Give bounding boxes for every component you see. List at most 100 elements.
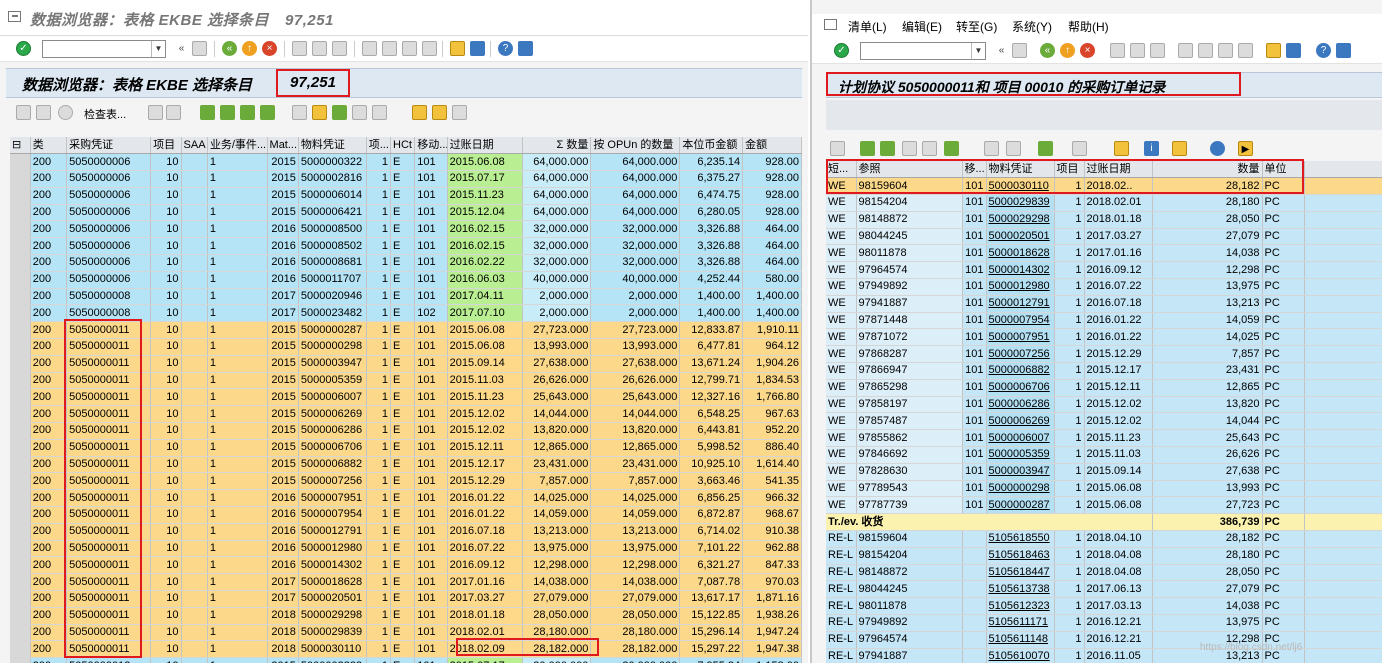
exit-icon[interactable]: ↑ (1060, 43, 1075, 58)
command-field[interactable]: ▼ (860, 42, 986, 60)
chevron-down-icon[interactable]: ▼ (151, 41, 165, 57)
column-header[interactable]: 过账日期 (1084, 161, 1153, 179)
material-doc-link[interactable]: 5000029839 (986, 194, 1055, 212)
table-row[interactable]: 200 5050000011 10 1 2015 5000000287 1 E 101 2015.… (10, 321, 802, 340)
back-icon[interactable]: « (222, 41, 237, 56)
table-row[interactable]: WE 97865298 101 5000006706 1 2015.12.11 12,865… (826, 379, 1382, 397)
table-row[interactable]: RE-L 98044245 5105613738 1 2017.06.13 27,079 P… (826, 580, 1382, 599)
print-preview-icon[interactable] (292, 105, 307, 120)
row-selector[interactable] (10, 540, 31, 558)
table-row[interactable]: 200 5050000006 10 1 2015 5000000322 1 E 101 2015.… (10, 153, 802, 172)
shortcut-icon[interactable] (1286, 43, 1301, 58)
table-row[interactable]: WE 97855862 101 5000006007 1 2015.11.23 25,643… (826, 429, 1382, 448)
table-row[interactable]: WE 97868287 101 5000007256 1 2015.12.29 7,857 P… (826, 345, 1382, 364)
local-file-icon[interactable] (452, 105, 467, 120)
find-next-icon[interactable] (922, 141, 937, 156)
export-icon[interactable] (312, 105, 327, 120)
table-row[interactable]: 200 5050000011 10 1 2018 5000029839 1 E 101 2018.… (10, 624, 802, 642)
refresh-icon[interactable] (1210, 141, 1225, 156)
column-header[interactable]: 金额 (742, 137, 802, 155)
material-doc-link[interactable]: 5105618550 (986, 530, 1055, 548)
print-icon[interactable] (1110, 43, 1125, 58)
column-header[interactable]: 业务/事件... (207, 137, 268, 155)
save-icon[interactable] (1012, 43, 1027, 58)
sort-descending-icon[interactable] (220, 105, 235, 120)
layout-menu-icon[interactable] (1336, 43, 1351, 58)
table-row[interactable]: 2005050000012101201550000028231E1012015.… (10, 657, 802, 663)
row-selector[interactable] (10, 489, 31, 508)
row-selector[interactable] (10, 439, 31, 457)
select-all-icon[interactable] (166, 105, 181, 120)
sort-ascending-icon[interactable] (860, 141, 875, 156)
send-icon[interactable] (332, 105, 347, 120)
find-next-icon[interactable] (332, 41, 347, 56)
row-selector[interactable] (10, 355, 31, 373)
find-next-icon[interactable] (1150, 43, 1165, 58)
layout-icon[interactable] (1072, 141, 1087, 156)
new-session-icon[interactable] (450, 41, 465, 56)
material-doc-link[interactable]: 5105611171 (986, 614, 1055, 632)
enter-icon[interactable]: ✓ (834, 43, 849, 58)
table-row[interactable]: WE 97857487 101 5000006269 1 2015.12.02 14,044… (826, 412, 1382, 431)
material-doc-link[interactable]: 5000029298 (986, 211, 1055, 229)
menu-item-edit[interactable]: 编辑(E) (902, 18, 942, 35)
command-field[interactable]: ▼ (42, 40, 166, 58)
table-row[interactable]: RE-L 98011878 5105612323 1 2017.03.13 14,038 P… (826, 597, 1382, 616)
previous-page-icon[interactable] (382, 41, 397, 56)
table-row[interactable]: 200 5050000011 10 1 2015 5000003947 1 E 101 2015.… (10, 355, 802, 373)
table-row[interactable]: WE 97858197 101 5000006286 1 2015.12.02 13,820… (826, 396, 1382, 414)
table-row[interactable]: 200 5050000008 10 1 2017 5000020946 1 E 101 2017.… (10, 288, 802, 306)
row-selector[interactable] (10, 338, 31, 356)
filter-icon[interactable] (240, 105, 255, 120)
play-icon[interactable]: ▶ (1238, 141, 1253, 156)
menu-item-help[interactable]: 帮助(H) (1068, 18, 1109, 35)
table-row[interactable]: 200 5050000011 10 1 2018 5000029298 1 E 101 2018.… (10, 607, 802, 625)
row-selector[interactable] (10, 271, 31, 289)
row-selector[interactable] (10, 506, 31, 524)
table-row[interactable]: WE 98044245 101 5000020501 1 2017.03.27 27,079… (826, 228, 1382, 246)
row-selector[interactable] (10, 170, 31, 188)
column-header[interactable]: 类 (30, 137, 68, 155)
material-doc-link[interactable]: 5105610070 (986, 648, 1055, 663)
graphic-icon[interactable] (1114, 141, 1129, 156)
sort-ascending-icon[interactable] (200, 105, 215, 120)
print-icon[interactable] (984, 141, 999, 156)
help-icon[interactable]: ? (498, 41, 513, 56)
table-row[interactable]: 200 5050000008 10 1 2017 5000023482 1 E 102 2017.… (10, 304, 802, 323)
material-doc-link[interactable]: 5000007256 (986, 345, 1055, 364)
views-icon[interactable] (1006, 141, 1021, 156)
material-doc-link[interactable]: 5000003947 (986, 463, 1055, 481)
column-header[interactable]: 项目 (150, 137, 182, 155)
table-row[interactable]: RE-L 98154204 5105618463 1 2018.04.08 28,180 P… (826, 547, 1382, 565)
table-row[interactable]: 200 5050000006 10 1 2016 5000011707 1 E 101 2016.… (10, 271, 802, 289)
column-header[interactable]: SAA (181, 137, 208, 155)
column-header[interactable]: HCt (390, 137, 416, 155)
column-header[interactable]: 移... (962, 161, 987, 179)
find-icon[interactable] (1130, 43, 1145, 58)
row-selector[interactable] (10, 472, 31, 491)
table-row[interactable]: 200 5050000011 10 1 2017 5000018628 1 E 101 2017.… (10, 573, 802, 592)
row-selector[interactable] (10, 640, 31, 659)
column-header[interactable]: 单位 (1262, 161, 1305, 179)
cancel-icon[interactable]: × (262, 41, 277, 56)
table-row[interactable]: 200 5050000006 10 1 2015 5000002816 1 E 101 2015.… (10, 170, 802, 188)
row-selector[interactable] (10, 624, 31, 642)
material-doc-link[interactable]: 5000020501 (986, 228, 1055, 246)
column-header[interactable]: 移动... (414, 137, 448, 155)
table-row[interactable]: 200 5050000006 10 1 2016 5000008681 1 E 101 2016.… (10, 254, 802, 272)
row-selector[interactable] (10, 523, 31, 541)
material-doc-link[interactable]: 5000018628 (986, 244, 1055, 263)
find-icon[interactable] (902, 141, 917, 156)
shortcut-icon[interactable] (470, 41, 485, 56)
table-row[interactable]: 200 5050000011 10 1 2015 5000000298 1 E 101 2015.… (10, 338, 802, 356)
new-session-icon[interactable] (1266, 43, 1281, 58)
material-doc-link[interactable]: 5000006882 (986, 362, 1055, 380)
row-selector[interactable] (10, 237, 31, 256)
row-selector[interactable] (10, 321, 31, 340)
menu-item-goto[interactable]: 转至(G) (956, 18, 997, 35)
find-icon[interactable] (312, 41, 327, 56)
row-selector[interactable] (10, 372, 31, 390)
select-all-cell[interactable]: ⊟ (10, 137, 31, 155)
row-selector[interactable] (10, 657, 31, 663)
material-doc-link[interactable]: 5105611148 (986, 631, 1055, 649)
